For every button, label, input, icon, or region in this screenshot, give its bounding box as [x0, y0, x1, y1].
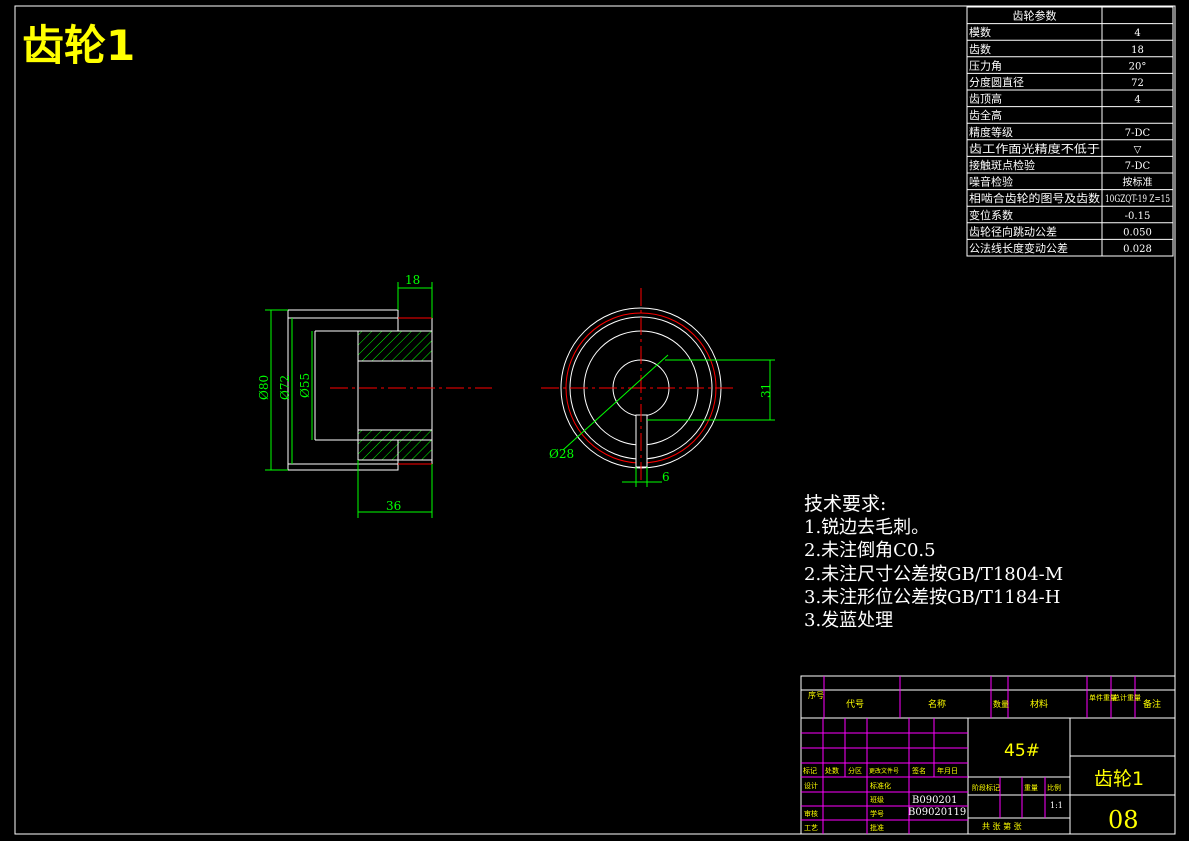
code-label: 班级 [870, 795, 884, 804]
bom-header: 名称 [928, 698, 946, 710]
rev-label: 年月日 [937, 766, 958, 775]
rev-label: 处数 [825, 766, 839, 775]
param-value: 4 [1134, 28, 1140, 39]
tech-item: 2.未注倒角C0.5 [804, 540, 936, 561]
param-label: 齿工作面光精度不低于 [969, 141, 1100, 155]
section-view [287, 309, 492, 471]
material: 45# [1004, 741, 1040, 761]
param-value: 按标准 [1123, 176, 1153, 189]
rev-label: 标记 [803, 766, 817, 775]
scale-value: 1:1 [1050, 801, 1063, 810]
title-block: 序号 代号 名称 数量 材料 单件重量 总计重量 备注 45# 齿轮1 08 标… [800, 675, 1176, 835]
tech-item: 1.锐边去毛刺。 [804, 517, 929, 538]
end-dimensions [562, 354, 775, 487]
param-value: 18 [1131, 45, 1144, 56]
role-label: 工艺 [804, 824, 818, 832]
dim-width-bottom: 36 [386, 499, 401, 513]
dim-keyway-height: 31 [759, 383, 773, 398]
param-label: 接触斑点检验 [969, 158, 1035, 172]
tech-heading: 技术要求: [804, 493, 886, 515]
rev-label: 分区 [848, 766, 862, 775]
param-value: 4 [1134, 95, 1140, 106]
param-value: ▽ [1134, 144, 1142, 155]
role-label: 设计 [804, 781, 818, 790]
role-label: 标准化 [870, 781, 891, 790]
drawing-sheet: 齿轮1 齿轮参数模数 4 齿数 18 压力角 20° 分度圆直径 72 齿顶高 4 齿全高精度等级 7… [14, 5, 1176, 835]
bom-header: 总计重量 [1113, 693, 1141, 702]
tech-item: 3.发蓝处理 [804, 610, 893, 631]
hatch-upper [358, 331, 432, 361]
param-value: 7-DC [1125, 161, 1151, 172]
stage-label: 阶段标记 [972, 783, 1000, 792]
param-value: 7-DC [1125, 128, 1151, 139]
parameter-table: 齿轮参数模数 4 齿数 18 压力角 20° 分度圆直径 72 齿顶高 4 齿全高精度等级 7-DC 齿… [966, 6, 1174, 257]
bom-header: 材料 [1030, 698, 1048, 710]
rev-label: 更改文件号 [869, 767, 899, 775]
param-value: -0.15 [1125, 211, 1151, 222]
tech-item: 2.未注尺寸公差按GB/T1804-M [804, 564, 1063, 585]
drawing-number: 08 [1108, 806, 1139, 834]
param-table-header: 齿轮参数 [1013, 9, 1057, 23]
param-value: 0.028 [1123, 244, 1152, 255]
dim-d-inner: Ø55 [298, 373, 312, 398]
dim-bore: Ø28 [549, 447, 574, 461]
drawing-title: 齿轮1 [22, 21, 135, 70]
bom-header: 代号 [846, 699, 864, 710]
bom-header: 序号 [808, 690, 824, 700]
param-label: 相啮合齿轮的图号及齿数 [969, 191, 1100, 205]
stage-label: 重量 [1024, 784, 1038, 792]
param-label: 分度圆直径 [969, 75, 1024, 89]
class-code: B090201 [912, 795, 958, 806]
param-label: 模数 [969, 26, 991, 39]
rev-label: 签名 [912, 766, 926, 775]
dim-d-pitch: Ø72 [278, 375, 292, 400]
param-label: 齿数 [969, 43, 991, 56]
param-value: 72 [1131, 78, 1144, 89]
dim-width-top: 18 [405, 273, 420, 287]
param-label: 齿顶高 [969, 92, 1002, 106]
param-label: 精度等级 [969, 125, 1013, 139]
param-label: 公法线长度变动公差 [969, 241, 1068, 255]
part-name: 齿轮1 [1094, 768, 1144, 790]
param-label: 噪音检验 [969, 175, 1013, 189]
param-value: 10GZQT-19 Z=15 [1105, 194, 1170, 205]
stage-label: 比例 [1047, 783, 1061, 792]
role-label: 审核 [804, 809, 818, 818]
student-code: B09020119 [908, 807, 966, 818]
code-label: 学号 [870, 809, 884, 818]
param-label: 变位系数 [969, 208, 1013, 222]
bom-header: 数量 [993, 699, 1009, 709]
hatch-lower [358, 430, 432, 460]
param-label: 齿全高 [969, 108, 1002, 122]
dim-d-outer: Ø80 [257, 375, 271, 400]
sheet-info: 共 张 第 张 [982, 821, 1022, 831]
param-value: 20° [1129, 61, 1147, 72]
param-value: 0.050 [1123, 227, 1152, 238]
dim-keyway-width: 6 [662, 470, 670, 484]
param-label: 齿轮径向跳动公差 [969, 224, 1057, 238]
param-label: 压力角 [969, 59, 1002, 72]
tech-item: 3.未注形位公差按GB/T1184-H [804, 587, 1060, 608]
bom-header: 备注 [1143, 698, 1161, 710]
role-label: 批准 [870, 823, 884, 832]
tech-requirements: 技术要求: 1.锐边去毛刺。 2.未注倒角C0.5 2.未注尺寸公差按GB/T1… [804, 493, 1063, 631]
